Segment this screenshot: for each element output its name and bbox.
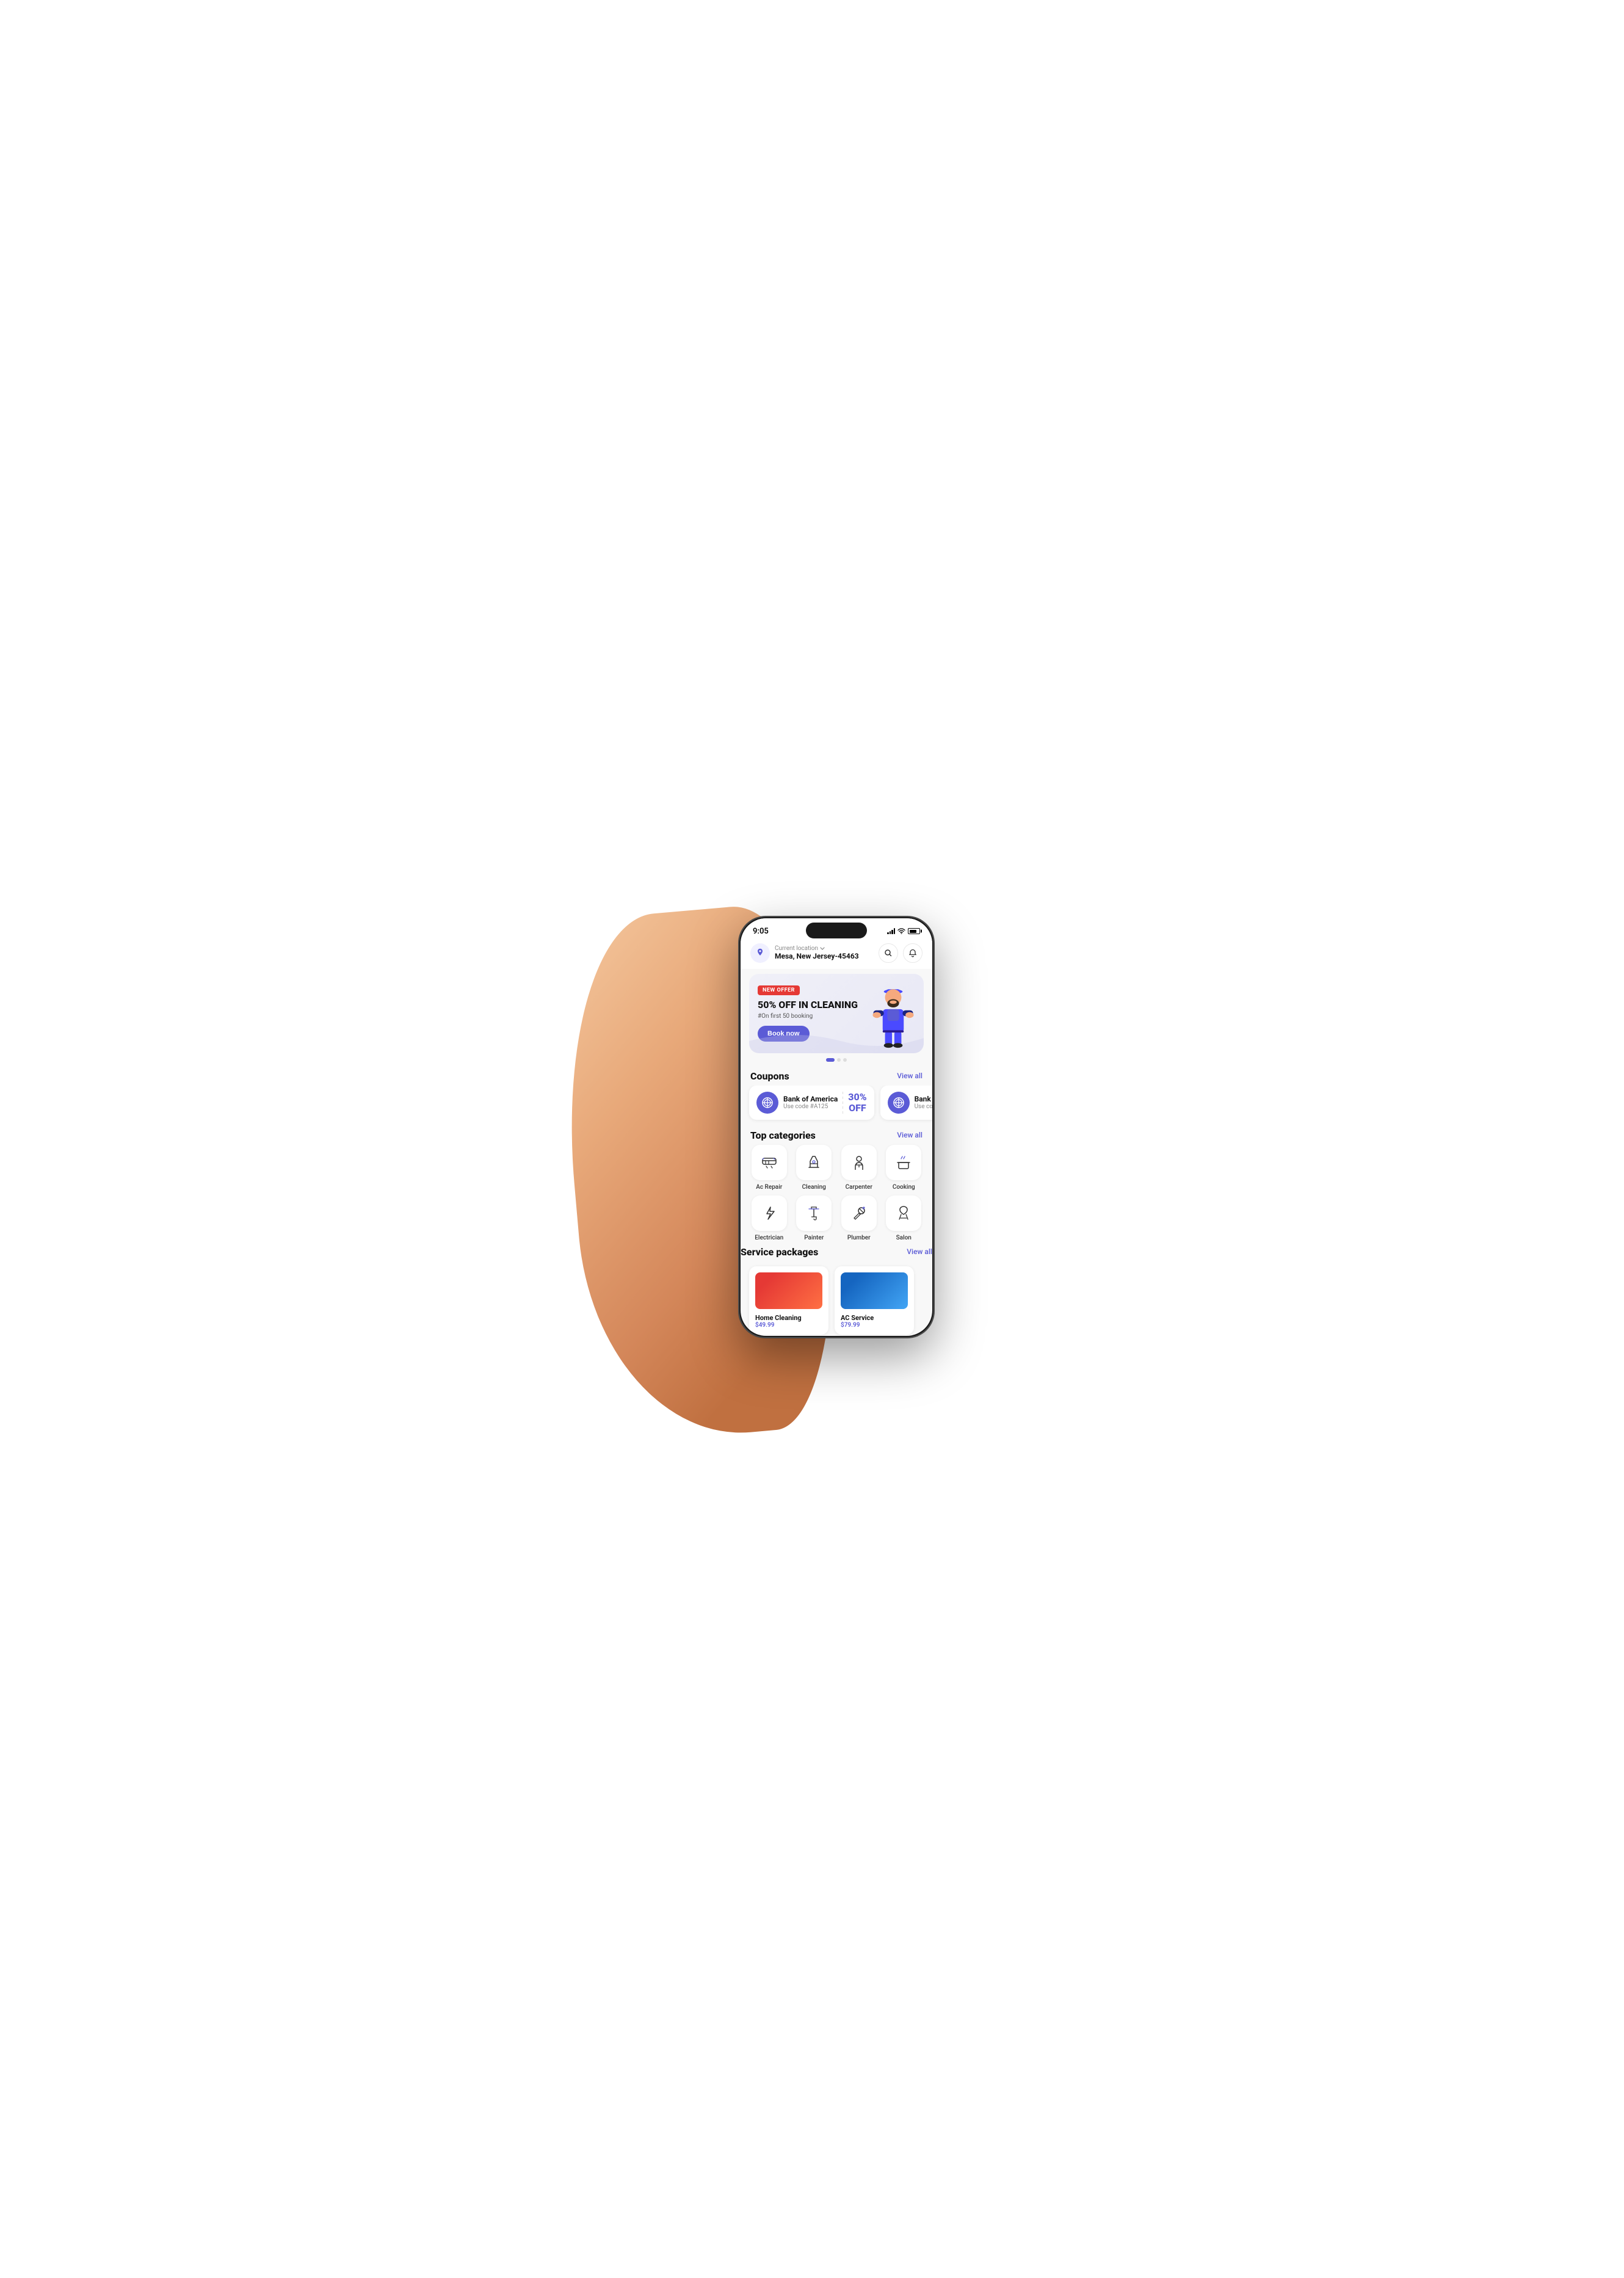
dot-1 [826, 1058, 835, 1062]
salon-label: Salon [896, 1235, 912, 1241]
salon-icon [895, 1205, 912, 1222]
category-salon[interactable]: Salon [884, 1195, 924, 1241]
coupons-view-all[interactable]: View all [897, 1072, 923, 1080]
worker-svg [869, 979, 918, 1049]
painter-icon [805, 1205, 822, 1222]
coupon-bank-2: Bank [915, 1095, 932, 1103]
notification-button[interactable] [903, 943, 923, 963]
coupon-info-1: Bank of America Use code #A125 [783, 1095, 838, 1110]
painter-icon-box [796, 1195, 832, 1231]
scene: 9:05 [611, 855, 1013, 1423]
salon-icon-box [886, 1195, 921, 1231]
coupons-section-header: Coupons View all [741, 1065, 932, 1086]
status-time: 9:05 [753, 927, 769, 936]
bank-logo-1 [761, 1097, 774, 1109]
coupon-logo-2 [888, 1092, 910, 1114]
service-packages-header: Service packages View all [741, 1246, 932, 1263]
service-card-price-2: $79.99 [841, 1322, 908, 1329]
location-text: Current location Mesa, New Jersey-45463 [775, 945, 859, 960]
ac-repair-icon [761, 1154, 778, 1171]
new-offer-badge: NEW OFFER [758, 985, 800, 995]
coupon-card-1[interactable]: Bank of America Use code #A125 30%OFF [749, 1086, 874, 1120]
service-card-title-2: AC Service [841, 1314, 908, 1322]
category-plumber[interactable]: Plumber [839, 1195, 879, 1241]
service-card-price-1: $49.99 [755, 1322, 822, 1329]
plumber-icon [850, 1205, 868, 1222]
wifi-icon [897, 928, 905, 934]
search-button[interactable] [879, 943, 898, 963]
phone-wrapper: 9:05 [739, 916, 934, 1338]
painter-label: Painter [804, 1235, 824, 1241]
category-painter[interactable]: Painter [794, 1195, 835, 1241]
dot-3 [843, 1058, 847, 1062]
categories-grid: Ac Repair [741, 1145, 932, 1246]
service-card-2[interactable]: AC Service $79.99 [835, 1266, 914, 1335]
phone-screen: 9:05 [741, 918, 932, 1336]
category-cooking[interactable]: Cooking [884, 1145, 924, 1191]
plumber-label: Plumber [847, 1235, 871, 1241]
location-area: Current location Mesa, New Jersey-45463 [750, 943, 859, 963]
categories-view-all[interactable]: View all [897, 1131, 923, 1139]
service-card-title-1: Home Cleaning [755, 1314, 822, 1322]
carpenter-icon [850, 1154, 868, 1171]
status-icons [887, 928, 920, 934]
phone-notch [806, 923, 867, 938]
ac-repair-label: Ac Repair [756, 1184, 782, 1191]
coupon-logo-1 [756, 1092, 778, 1114]
coupon-info-2: Bank Use co... [915, 1095, 932, 1110]
chevron-down-icon [820, 946, 825, 951]
service-cards-row: Home Cleaning $49.99 AC Service $79.99 [741, 1263, 932, 1336]
service-card-img-1 [755, 1272, 822, 1309]
banner-dots [741, 1058, 932, 1062]
location-label: Current location [775, 945, 859, 952]
worker-character [869, 979, 918, 1049]
cleaning-icon-box [796, 1145, 832, 1180]
category-carpenter[interactable]: Carpenter [839, 1145, 879, 1191]
coupons-row: Bank of America Use code #A125 30%OFF [741, 1086, 932, 1125]
cleaning-label: Cleaning [802, 1184, 826, 1191]
bank-logo-2 [893, 1097, 905, 1109]
carpenter-label: Carpenter [846, 1184, 872, 1191]
signal-icon [887, 928, 895, 934]
bell-icon [908, 949, 917, 957]
plumber-icon-box [841, 1195, 877, 1231]
coupon-card-2[interactable]: Bank Use co... 25%OFF [880, 1086, 932, 1120]
header-icons [879, 943, 923, 963]
carpenter-icon-box [841, 1145, 877, 1180]
location-name: Mesa, New Jersey-45463 [775, 952, 859, 960]
electrician-icon [761, 1205, 778, 1222]
category-cleaning[interactable]: Cleaning [794, 1145, 835, 1191]
electrician-icon-box [752, 1195, 787, 1231]
coupon-bank-1: Bank of America [783, 1095, 838, 1103]
scroll-content[interactable]: NEW OFFER 50% OFF IN CLEANING #On first … [741, 969, 932, 1336]
search-icon [884, 949, 893, 957]
phone-device: 9:05 [739, 916, 934, 1338]
promo-banner: NEW OFFER 50% OFF IN CLEANING #On first … [749, 974, 924, 1053]
map-pin-icon [755, 948, 765, 958]
coupon-code-2: Use co... [915, 1103, 932, 1110]
service-card-1[interactable]: Home Cleaning $49.99 [749, 1266, 828, 1335]
ac-repair-icon-box [752, 1145, 787, 1180]
cooking-icon-box [886, 1145, 921, 1180]
cooking-icon [895, 1154, 912, 1171]
coupon-code-1: Use code #A125 [783, 1103, 838, 1110]
categories-title: Top categories [750, 1130, 816, 1141]
coupons-title: Coupons [750, 1070, 789, 1082]
dot-2 [837, 1058, 841, 1062]
service-card-img-2 [841, 1272, 908, 1309]
coupon-discount-1: 30%OFF [848, 1092, 866, 1113]
cooking-label: Cooking [893, 1184, 915, 1191]
service-packages-title: Service packages [741, 1246, 818, 1258]
category-ac-repair[interactable]: Ac Repair [749, 1145, 789, 1191]
location-pin-icon [750, 943, 770, 963]
service-packages-view-all[interactable]: View all [907, 1247, 932, 1256]
electrician-label: Electrician [755, 1235, 783, 1241]
header: Current location Mesa, New Jersey-45463 [741, 940, 932, 969]
category-electrician[interactable]: Electrician [749, 1195, 789, 1241]
cleaning-icon [805, 1154, 822, 1171]
battery-icon [908, 928, 920, 934]
categories-section-header: Top categories View all [741, 1125, 932, 1145]
